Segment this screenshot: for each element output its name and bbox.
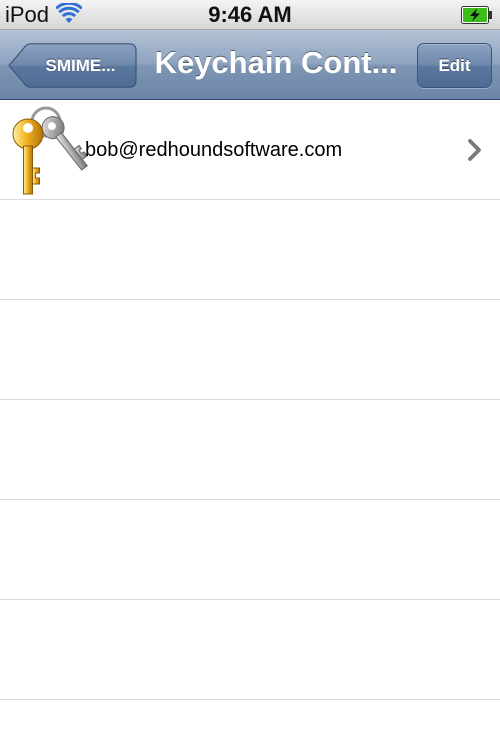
- status-time: 9:46 AM: [208, 2, 292, 27]
- status-bar: iPod 9:46 AM: [0, 0, 500, 30]
- back-button[interactable]: SMIME...: [8, 43, 137, 88]
- table-row-empty: [0, 200, 500, 300]
- table-row-empty: [0, 600, 500, 700]
- table-row-empty: [0, 500, 500, 600]
- navigation-bar: SMIME... Keychain Cont... Edit: [0, 30, 500, 100]
- page-title: Keychain Cont...: [154, 45, 398, 80]
- chevron-right-icon: [466, 138, 484, 162]
- row-label: bob@redhoundsoftware.com: [85, 139, 343, 161]
- keys-icon: [6, 104, 90, 198]
- keychain-table: bob@redhoundsoftware.com: [0, 100, 500, 700]
- table-row-empty: [0, 300, 500, 400]
- battery-charging-icon: [461, 6, 493, 24]
- table-row-empty: [0, 400, 500, 500]
- table-row[interactable]: bob@redhoundsoftware.com: [0, 100, 500, 200]
- edit-button[interactable]: Edit: [417, 43, 492, 88]
- back-button-label: SMIME...: [45, 56, 116, 75]
